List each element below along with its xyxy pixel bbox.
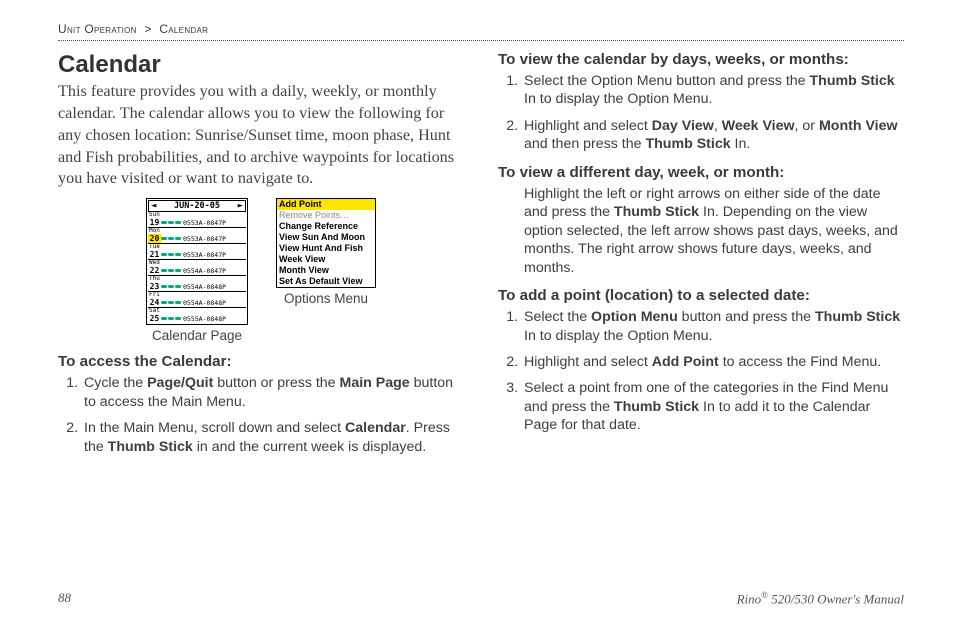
options-menu-item: Add Point — [277, 199, 375, 210]
access-step-1: Cycle the Page/Quit button or press the … — [82, 374, 464, 411]
left-column: Calendar This feature provides you with … — [58, 51, 464, 466]
breadcrumb-part2: Calendar — [159, 22, 208, 36]
options-caption: Options Menu — [284, 291, 368, 306]
access-block: To access the Calendar: Cycle the Page/Q… — [58, 353, 464, 456]
cal-time: 0553A-0847P — [183, 251, 226, 259]
breadcrumb-part1: Unit Operation — [58, 22, 137, 36]
options-menu-item: Change Reference — [277, 221, 375, 232]
cal-day-num: 21 — [148, 250, 161, 259]
calendar-header: ◄ JUN-20-05 ► — [148, 200, 246, 212]
addpoint-step-1: Select the Option Menu button and press … — [522, 308, 904, 345]
viewby-heading: To view the calendar by days, weeks, or … — [498, 51, 904, 68]
calendar-caption: Calendar Page — [152, 328, 242, 343]
cal-time: 0553A-0847P — [183, 219, 226, 227]
breadcrumb-sep: > — [144, 22, 151, 36]
options-menu-item: Set As Default View — [277, 276, 375, 287]
cal-day-num: 25 — [148, 314, 161, 323]
viewby-block: To view the calendar by days, weeks, or … — [498, 51, 904, 154]
cal-day-num: 20 — [148, 234, 161, 243]
cal-time: 0554A-0848P — [183, 283, 226, 291]
footer: 88 Rino® 520/530 Owner's Manual — [58, 590, 904, 607]
calendar-date: JUN-20-05 — [174, 201, 220, 211]
prev-arrow-icon: ◄ — [151, 202, 156, 211]
cal-day-num: 22 — [148, 266, 161, 275]
addpoint-step-3: Select a point from one of the categorie… — [522, 379, 904, 434]
breadcrumb: Unit Operation > Calendar — [58, 22, 904, 36]
access-list: Cycle the Page/Quit button or press the … — [58, 374, 464, 456]
viewdiff-block: To view a different day, week, or month:… — [498, 164, 904, 277]
viewdiff-body: Highlight the left or right arrows on ei… — [498, 185, 904, 277]
viewby-list: Select the Option Menu button and press … — [498, 72, 904, 154]
options-menu-screenshot: Add PointRemove Points…Change ReferenceV… — [276, 198, 376, 288]
cal-day-num: 19 — [148, 218, 161, 227]
access-heading: To access the Calendar: — [58, 353, 464, 370]
fish-icon — [161, 285, 181, 288]
addpoint-step-2: Highlight and select Add Point to access… — [522, 353, 904, 371]
cal-time: 0554A-0847P — [183, 267, 226, 275]
viewdiff-heading: To view a different day, week, or month: — [498, 164, 904, 181]
options-menu-item: Week View — [277, 254, 375, 265]
figure-calendar: ◄ JUN-20-05 ► Sun190553A-0847PMon200553A… — [146, 198, 248, 343]
fish-icon — [161, 237, 181, 240]
manual-page: Unit Operation > Calendar Calendar This … — [0, 0, 954, 621]
fish-icon — [161, 221, 181, 224]
options-menu-item: Remove Points… — [277, 210, 375, 221]
calendar-rows: Sun190553A-0847PMon200553A-0847PTue21055… — [148, 212, 246, 323]
viewby-step-2: Highlight and select Day View, Week View… — [522, 117, 904, 154]
fish-icon — [161, 301, 181, 304]
doc-title: Rino® 520/530 Owner's Manual — [737, 590, 904, 607]
addpoint-heading: To add a point (location) to a selected … — [498, 287, 904, 304]
viewby-step-1: Select the Option Menu button and press … — [522, 72, 904, 109]
fish-icon — [161, 269, 181, 272]
options-menu-item: View Hunt And Fish — [277, 243, 375, 254]
cal-time: 0555A-0848P — [183, 315, 226, 323]
cal-day-num: 24 — [148, 298, 161, 307]
next-arrow-icon: ► — [238, 202, 243, 211]
intro-text: This feature provides you with a daily, … — [58, 81, 464, 190]
figures: ◄ JUN-20-05 ► Sun190553A-0847PMon200553A… — [58, 198, 464, 343]
access-step-2: In the Main Menu, scroll down and select… — [82, 419, 464, 456]
page-number: 88 — [58, 590, 71, 607]
cal-day-num: 23 — [148, 282, 161, 291]
cal-time: 0554A-0848P — [183, 299, 226, 307]
fish-icon — [161, 317, 181, 320]
calendar-screenshot: ◄ JUN-20-05 ► Sun190553A-0847PMon200553A… — [146, 198, 248, 325]
addpoint-list: Select the Option Menu button and press … — [498, 308, 904, 435]
right-column: To view the calendar by days, weeks, or … — [498, 51, 904, 466]
cal-time: 0553A-0847P — [183, 235, 226, 243]
addpoint-block: To add a point (location) to a selected … — [498, 287, 904, 435]
figure-options: Add PointRemove Points…Change ReferenceV… — [276, 198, 376, 306]
options-menu-item: View Sun And Moon — [277, 232, 375, 243]
divider — [58, 40, 904, 41]
options-menu-item: Month View — [277, 265, 375, 276]
page-title: Calendar — [58, 51, 464, 79]
fish-icon — [161, 253, 181, 256]
